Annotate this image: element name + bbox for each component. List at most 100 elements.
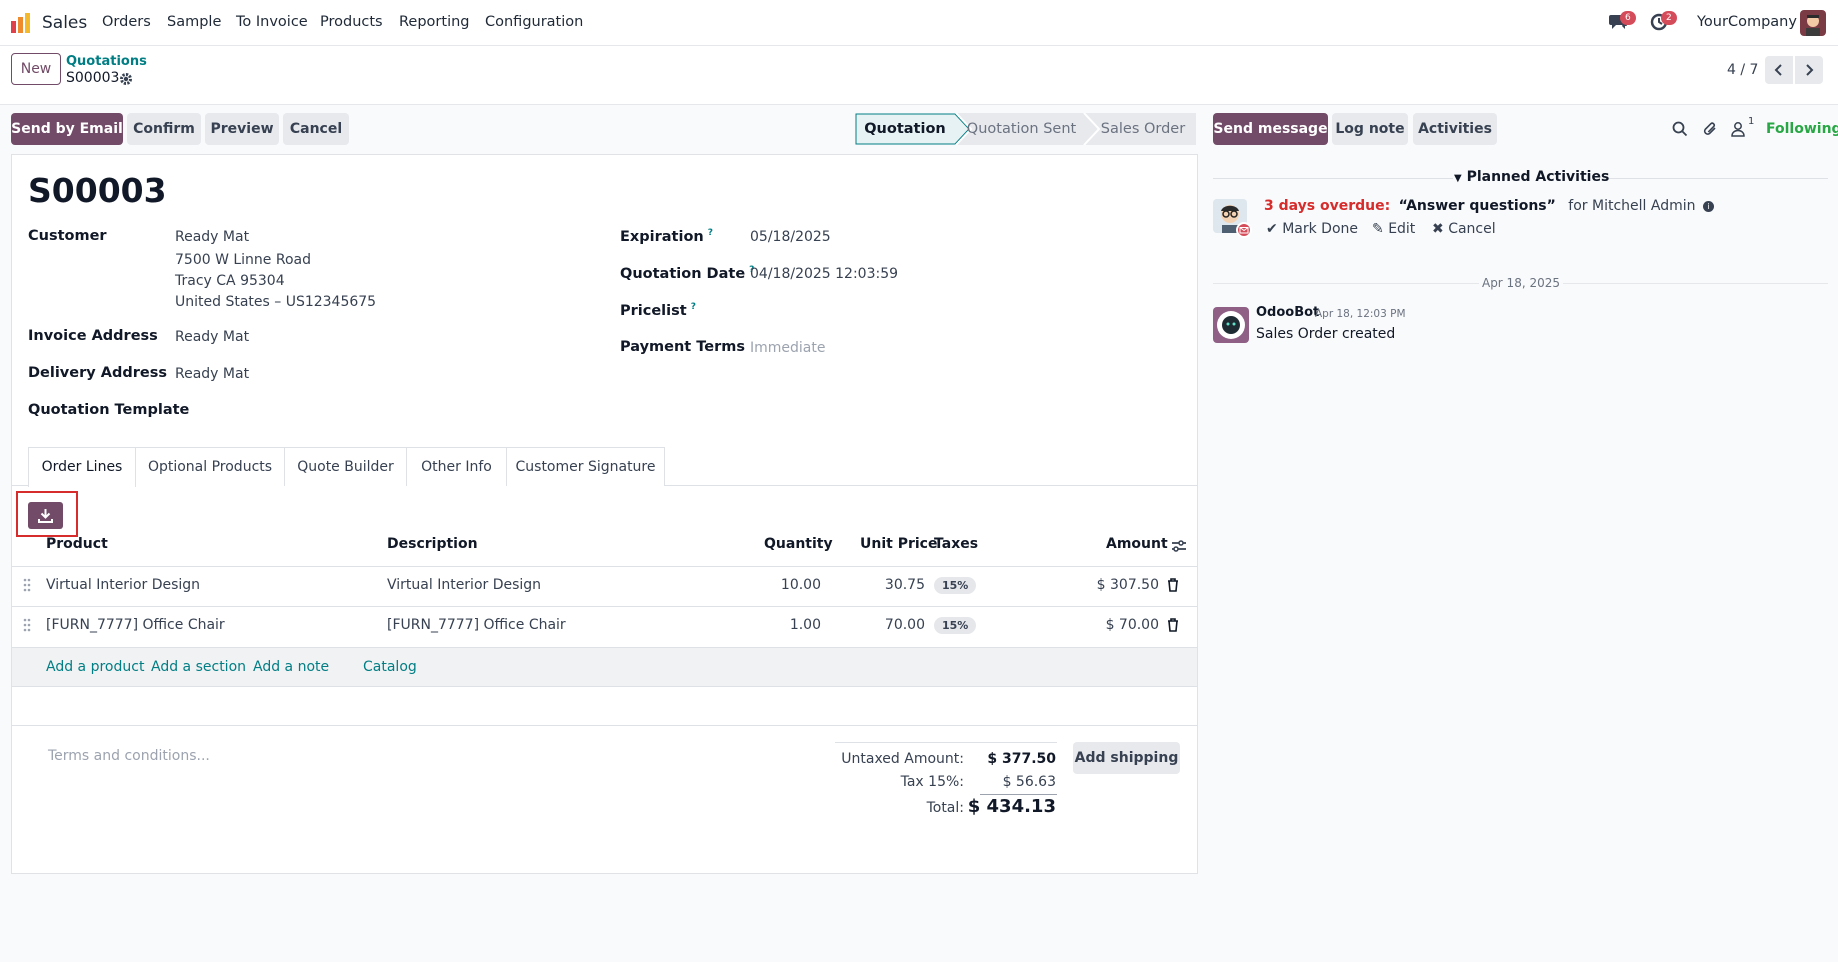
- edit-activity-link[interactable]: ✎ Edit: [1372, 221, 1415, 237]
- breadcrumb-quotations[interactable]: Quotations: [66, 54, 147, 69]
- payment-terms-label: Payment Terms: [620, 339, 745, 355]
- invoice-address-field[interactable]: Ready Mat: [175, 329, 249, 345]
- col-product[interactable]: Product: [46, 536, 108, 552]
- row2-product[interactable]: [FURN_7777] Office Chair: [46, 617, 225, 633]
- activity-assignee: for Mitchell Admin: [1568, 198, 1696, 214]
- log-note-button[interactable]: Log note: [1332, 113, 1408, 145]
- send-message-button[interactable]: Send message: [1213, 113, 1328, 145]
- activity-email-icon: [1236, 222, 1252, 238]
- confirm-button[interactable]: Confirm: [127, 113, 201, 145]
- menu-sample[interactable]: Sample: [167, 14, 221, 30]
- new-button[interactable]: New: [11, 53, 61, 85]
- quotation-template-label: Quotation Template: [28, 402, 190, 418]
- menu-orders[interactable]: Orders: [102, 14, 151, 30]
- quotation-date-label-text: Quotation Date: [620, 265, 746, 282]
- odoobot-avatar: [1213, 307, 1249, 343]
- add-product-link[interactable]: Add a product: [46, 659, 144, 675]
- activities-button[interactable]: Activities: [1413, 113, 1497, 145]
- row2-unit-price[interactable]: 70.00: [800, 617, 925, 633]
- pager-next-button[interactable]: [1795, 56, 1823, 84]
- pencil-icon: ✎: [1372, 221, 1384, 237]
- search-icon[interactable]: [1672, 121, 1688, 137]
- optional-columns-icon[interactable]: [1171, 539, 1187, 553]
- row2-tax-badge[interactable]: 15%: [934, 617, 977, 634]
- mark-done-link[interactable]: ✔ Mark Done: [1266, 221, 1358, 237]
- sales-app-icon[interactable]: [10, 12, 32, 34]
- pager-prev-button[interactable]: [1765, 56, 1793, 84]
- trash-icon[interactable]: [1167, 618, 1179, 632]
- col-description[interactable]: Description: [387, 536, 478, 552]
- tab-customer-signature[interactable]: Customer Signature: [506, 447, 665, 486]
- info-icon[interactable]: i: [1702, 200, 1714, 212]
- preview-button[interactable]: Preview: [205, 113, 279, 145]
- row1-description[interactable]: Virtual Interior Design: [387, 577, 541, 593]
- planned-activities-toggle[interactable]: ▼ Planned Activities: [1454, 169, 1609, 185]
- user-avatar[interactable]: [1800, 10, 1826, 36]
- menu-configuration[interactable]: Configuration: [485, 14, 583, 30]
- catalog-link[interactable]: Catalog: [363, 659, 417, 675]
- customer-name[interactable]: Ready Mat: [175, 229, 249, 245]
- footer-divider: [12, 725, 1197, 726]
- status-sales-order[interactable]: Sales Order: [1090, 113, 1196, 145]
- cancel-label: Cancel: [1448, 221, 1496, 237]
- tab-optional-products[interactable]: Optional Products: [135, 447, 285, 486]
- row1-unit-price[interactable]: 30.75: [800, 577, 925, 593]
- menu-reporting[interactable]: Reporting: [399, 14, 470, 30]
- row1-tax-badge[interactable]: 15%: [934, 577, 977, 594]
- app-name[interactable]: Sales: [42, 13, 87, 33]
- company-switcher[interactable]: YourCompany: [1697, 14, 1797, 30]
- menu-products[interactable]: Products: [320, 14, 383, 30]
- col-amount[interactable]: Amount: [1106, 536, 1168, 552]
- trash-icon[interactable]: [1167, 578, 1179, 592]
- planned-divider-left: [1213, 178, 1453, 179]
- messages-count-badge: 6: [1620, 11, 1636, 25]
- col-unit-price[interactable]: Unit Price: [860, 536, 937, 552]
- status-quotation[interactable]: Quotation: [855, 113, 955, 145]
- help-icon: ?: [707, 228, 713, 238]
- order-title: S00003: [28, 171, 167, 210]
- row1-product[interactable]: Virtual Interior Design: [46, 577, 200, 593]
- download-button[interactable]: [28, 502, 63, 529]
- paperclip-icon[interactable]: [1702, 120, 1718, 137]
- drag-handle-icon[interactable]: [23, 618, 31, 632]
- header-divider: [12, 566, 1197, 567]
- total-amount: $ 434.13: [967, 796, 1056, 817]
- pager-value[interactable]: 4 / 7: [1727, 62, 1758, 78]
- add-section-link[interactable]: Add a section: [151, 659, 246, 675]
- expiration-label-text: Expiration: [620, 228, 704, 245]
- mark-done-label: Mark Done: [1282, 221, 1358, 237]
- col-taxes[interactable]: Taxes: [934, 536, 978, 552]
- expiration-field[interactable]: 05/18/2025: [750, 229, 831, 245]
- followers-count: 1: [1748, 116, 1755, 127]
- drag-handle-icon[interactable]: [23, 578, 31, 592]
- cancel-button[interactable]: Cancel: [283, 113, 349, 145]
- overdue-label: 3 days overdue:: [1264, 198, 1391, 214]
- row-divider: [12, 606, 1197, 607]
- following-button[interactable]: Following: [1766, 121, 1838, 137]
- pricelist-label: Pricelist?: [620, 302, 696, 319]
- cancel-activity-link[interactable]: ✖ Cancel: [1432, 221, 1496, 237]
- menu-to-invoice[interactable]: To Invoice: [236, 14, 308, 30]
- delivery-address-field[interactable]: Ready Mat: [175, 366, 249, 382]
- quotation-date-label: Quotation Date?: [620, 265, 754, 282]
- tab-other-info[interactable]: Other Info: [406, 447, 507, 486]
- gear-icon[interactable]: [119, 72, 133, 86]
- terms-and-conditions-field[interactable]: Terms and conditions...: [48, 748, 210, 764]
- quotation-date-field[interactable]: 04/18/2025 12:03:59: [750, 266, 898, 282]
- row2-description[interactable]: [FURN_7777] Office Chair: [387, 617, 566, 633]
- message-author[interactable]: OdooBot: [1256, 305, 1319, 320]
- planned-activities-title: Planned Activities: [1466, 169, 1610, 185]
- add-shipping-button[interactable]: Add shipping: [1073, 742, 1180, 774]
- customer-street: 7500 W Linne Road: [175, 252, 312, 268]
- followers-icon[interactable]: [1731, 121, 1745, 137]
- help-icon: ?: [690, 302, 696, 312]
- tab-quote-builder[interactable]: Quote Builder: [284, 447, 407, 486]
- payment-terms-field[interactable]: Immediate: [750, 340, 825, 356]
- tax-label: Tax 15%:: [900, 774, 964, 790]
- send-by-email-button[interactable]: Send by Email: [11, 113, 123, 145]
- add-note-link[interactable]: Add a note: [253, 659, 329, 675]
- status-quotation-sent[interactable]: Quotation Sent: [965, 113, 1078, 145]
- col-quantity[interactable]: Quantity: [764, 536, 833, 552]
- untaxed-label: Untaxed Amount:: [841, 751, 964, 767]
- tab-order-lines[interactable]: Order Lines: [28, 447, 136, 487]
